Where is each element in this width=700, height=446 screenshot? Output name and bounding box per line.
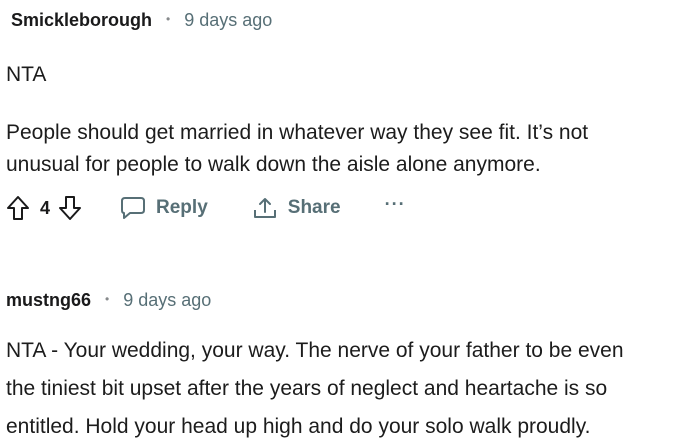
comment-author[interactable]: mustng66 — [6, 290, 91, 311]
comment-body-paragraph: NTA — [6, 63, 47, 86]
share-label: Share — [287, 197, 341, 218]
share-button[interactable]: Share — [252, 196, 341, 220]
comment-timestamp[interactable]: 9 days ago — [123, 290, 211, 311]
upvote-arrow-icon[interactable] — [6, 195, 30, 221]
comment-meta: mustng66 • 9 days ago — [6, 288, 211, 312]
reply-button[interactable]: Reply — [120, 196, 208, 220]
share-upload-icon — [252, 196, 278, 220]
comment-action-bar: 4 Reply Share ··· — [6, 192, 406, 224]
vote-count: 4 — [40, 197, 51, 218]
reply-label: Reply — [156, 197, 208, 218]
comment-author[interactable]: Smickleborough — [11, 10, 152, 31]
comment-body-paragraph: NTA - Your wedding, your way. The nerve … — [6, 339, 624, 438]
comment-timestamp[interactable]: 9 days ago — [184, 10, 272, 31]
more-options-button[interactable]: ··· — [385, 194, 406, 215]
comment-meta: Smickleborough • 9 days ago — [11, 8, 272, 32]
comment-body-paragraph: People should get married in whatever wa… — [6, 121, 589, 176]
meta-separator: • — [105, 292, 110, 306]
meta-separator: • — [166, 12, 171, 26]
downvote-arrow-icon[interactable] — [58, 195, 82, 221]
speech-bubble-icon — [120, 196, 146, 220]
